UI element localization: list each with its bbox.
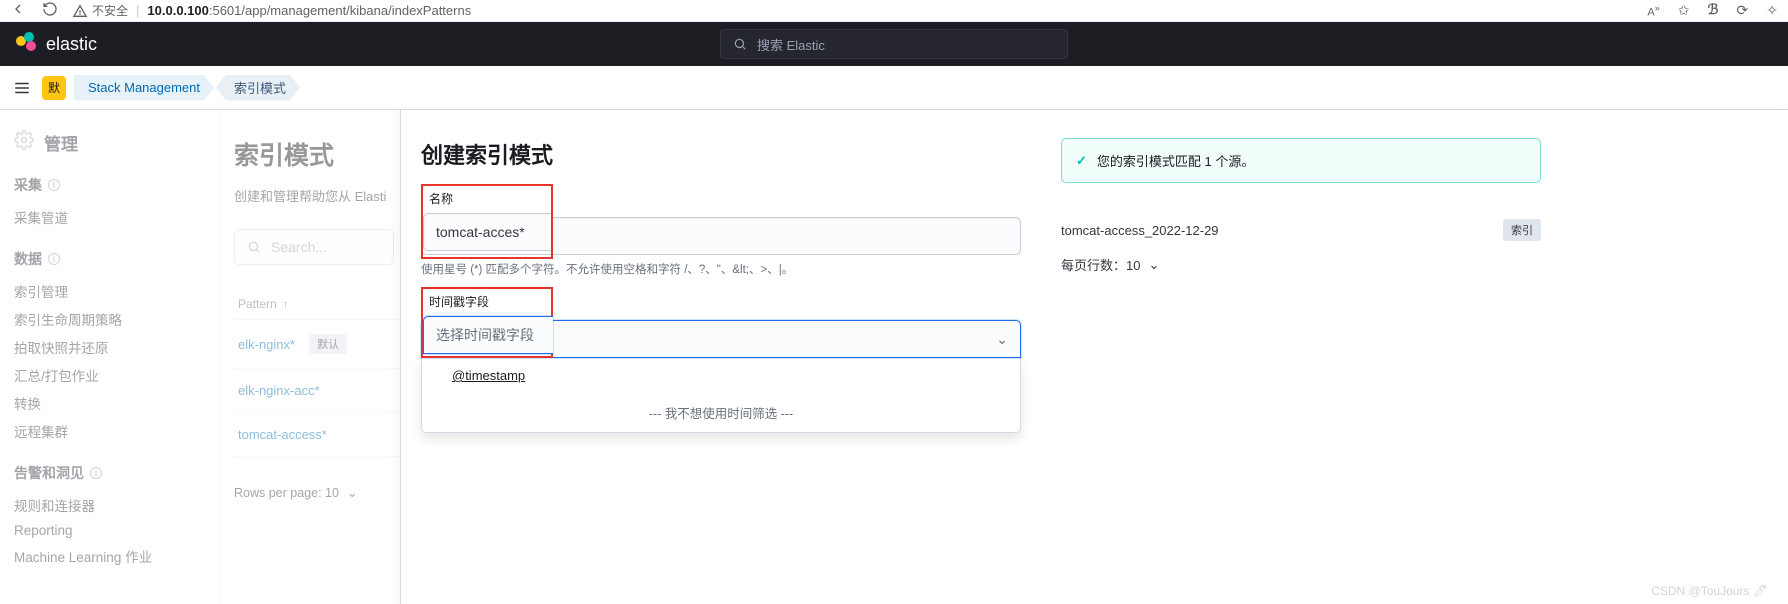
- chevron-down-icon: ⌄: [1148, 257, 1159, 273]
- search-icon: [247, 240, 261, 254]
- sidebar-item-rules-connectors[interactable]: 规则和连接器: [14, 491, 205, 519]
- favorite-icon[interactable]: ✩: [1678, 2, 1690, 19]
- pattern-search-input[interactable]: Search...: [234, 229, 394, 265]
- page-title: 索引模式: [234, 136, 400, 172]
- sidebar-item-reporting[interactable]: Reporting: [14, 519, 205, 542]
- more-icon[interactable]: ✧: [1766, 2, 1778, 19]
- sidebar-item-index-mgmt[interactable]: 索引管理: [14, 277, 205, 305]
- hamburger-icon[interactable]: [10, 76, 34, 100]
- insecure-icon: 不安全: [72, 2, 128, 19]
- sidebar-item-snapshot[interactable]: 拍取快照并还原: [14, 333, 205, 361]
- sidebar-item-remote-clusters[interactable]: 远程集群: [14, 417, 205, 445]
- back-icon[interactable]: [10, 1, 26, 20]
- sidebar-item-ml-jobs[interactable]: Machine Learning 作业: [14, 542, 205, 570]
- elastic-logo-icon: [16, 33, 38, 55]
- elastic-header: elastic 搜索 Elastic: [0, 22, 1788, 66]
- create-index-pattern-flyout: 创建索引模式 名称 使用星号 (*) 匹配多个字符。不允许使用空格和字符 /、?…: [400, 110, 1788, 604]
- management-sidebar: 管理 采集i 采集管道 数据i 索引管理 索引生命周期策略 拍取快照并还原 汇总…: [0, 110, 220, 604]
- sidebar-item-ingest-pipelines[interactable]: 采集管道: [14, 203, 205, 231]
- callout-text: 您的索引模式匹配 1 个源。: [1097, 151, 1254, 170]
- space-badge[interactable]: 默: [42, 76, 66, 100]
- browser-address-bar: 不安全 | 10.0.0.100:5601/app/management/kib…: [0, 0, 1788, 22]
- index-patterns-list: 索引模式 创建和管理帮助您从 Elasti Search... Pattern …: [220, 110, 400, 604]
- pattern-row[interactable]: tomcat-access*: [234, 413, 400, 457]
- elastic-brand-text: elastic: [46, 34, 97, 55]
- match-callout: ✓ 您的索引模式匹配 1 个源。: [1061, 138, 1541, 183]
- url-text[interactable]: 10.0.0.100:5601/app/management/kibana/in…: [147, 3, 471, 18]
- annotation-redbox-timestamp: 时间戳字段 选择时间戳字段: [421, 287, 553, 358]
- match-row: tomcat-access_2022-12-29 索引: [1061, 213, 1541, 255]
- global-search-input[interactable]: 搜索 Elastic: [720, 29, 1068, 59]
- flyout-per-page-select[interactable]: 每页行数：10⌄: [1061, 255, 1541, 274]
- chevron-down-icon: ⌄: [347, 485, 357, 500]
- name-input[interactable]: [423, 213, 551, 251]
- sidebar-item-transform[interactable]: 转换: [14, 389, 205, 417]
- timestamp-select-left[interactable]: 选择时间戳字段: [423, 316, 553, 354]
- sort-asc-icon: ↑: [283, 297, 289, 311]
- rows-per-page-select[interactable]: Rows per page: 10⌄: [234, 485, 400, 500]
- name-field-label: 名称: [423, 186, 551, 207]
- pattern-row[interactable]: elk-nginx*默认: [234, 320, 400, 369]
- search-icon: [733, 37, 747, 51]
- elastic-logo[interactable]: elastic: [16, 33, 97, 55]
- check-icon: ✓: [1076, 153, 1087, 169]
- index-badge: 索引: [1503, 219, 1541, 241]
- sidebar-section-data: 数据i: [14, 249, 205, 269]
- sidebar-heading: 管理: [14, 130, 205, 155]
- annotation-redbox-name: 名称: [421, 184, 553, 259]
- sidebar-item-rollup[interactable]: 汇总/打包作业: [14, 361, 205, 389]
- chevron-down-icon: ⌄: [996, 331, 1008, 348]
- breadcrumbs-bar: 默 Stack Management 索引模式: [0, 66, 1788, 110]
- name-help-text: 使用星号 (*) 匹配多个字符。不允许使用空格和字符 /、?、"、&lt;、>、…: [421, 261, 1021, 277]
- page-description: 创建和管理帮助您从 Elasti: [234, 186, 400, 205]
- watermark: CSDN @TouJours 🖊: [1651, 584, 1768, 598]
- timestamp-dropdown: @timestamp --- 我不想使用时间筛选 ---: [421, 358, 1021, 433]
- global-search-placeholder: 搜索 Elastic: [757, 35, 825, 54]
- insecure-label: 不安全: [92, 2, 128, 19]
- sidebar-section-ingest: 采集i: [14, 175, 205, 195]
- sidebar-section-alerts: 告警和洞见i: [14, 463, 205, 483]
- sidebar-item-ilm[interactable]: 索引生命周期策略: [14, 305, 205, 333]
- gear-icon: [14, 130, 34, 155]
- pattern-row[interactable]: elk-nginx-acc*: [234, 369, 400, 413]
- refresh-icon[interactable]: [42, 1, 58, 20]
- breadcrumb-stack-management[interactable]: Stack Management: [74, 75, 214, 101]
- default-badge: 默认: [309, 334, 347, 354]
- breadcrumb-index-patterns[interactable]: 索引模式: [216, 75, 300, 101]
- text-size-icon[interactable]: A»: [1647, 3, 1659, 19]
- reader-icon[interactable]: ℬ: [1708, 2, 1719, 19]
- timestamp-field-label: 时间戳字段: [423, 289, 551, 310]
- extension-icon[interactable]: ⟳: [1737, 2, 1749, 19]
- flyout-title: 创建索引模式: [421, 138, 1021, 170]
- timestamp-option-timestamp[interactable]: @timestamp: [422, 358, 1020, 393]
- pattern-column-header[interactable]: Pattern ↑: [234, 289, 400, 320]
- match-index-name: tomcat-access_2022-12-29: [1061, 223, 1219, 238]
- timestamp-option-none[interactable]: --- 我不想使用时间筛选 ---: [422, 393, 1020, 432]
